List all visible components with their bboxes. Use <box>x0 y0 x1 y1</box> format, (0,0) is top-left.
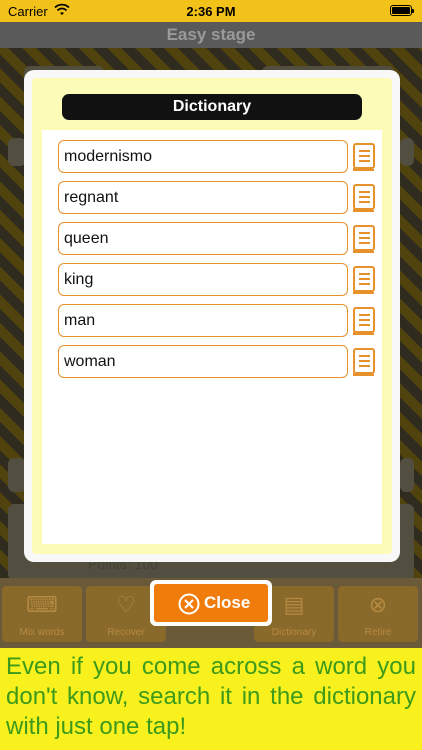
dialog-title: Dictionary <box>62 94 362 120</box>
dictionary-list: modernismo regnant queen king man woman <box>42 130 382 544</box>
nav-bar: Easy stage <box>0 22 422 48</box>
list-item: man <box>42 304 382 337</box>
dictionary-icon[interactable] <box>352 224 376 254</box>
word-field[interactable]: man <box>58 304 348 337</box>
close-button-face[interactable]: Close <box>154 584 268 622</box>
word-field[interactable]: modernismo <box>58 140 348 173</box>
dictionary-panel: Dictionary modernismo regnant queen king… <box>32 78 392 554</box>
word-field[interactable]: regnant <box>58 181 348 214</box>
dictionary-icon[interactable] <box>352 142 376 172</box>
mix-words-label: Mix words <box>19 627 65 638</box>
list-item: modernismo <box>42 140 382 173</box>
list-item: woman <box>42 345 382 378</box>
dictionary-dialog: Dictionary modernismo regnant queen king… <box>24 70 400 562</box>
dictionary-icon[interactable] <box>352 265 376 295</box>
dictionary-label: Dictionary <box>271 627 317 638</box>
word-field[interactable]: queen <box>58 222 348 255</box>
status-time: 2:36 PM <box>186 4 236 19</box>
list-item: queen <box>42 222 382 255</box>
close-label: Close <box>204 593 251 612</box>
status-bar: Carrier 2:36 PM <box>0 0 422 22</box>
stage-title: Easy stage <box>166 25 256 44</box>
recover-label: Recover <box>107 627 145 638</box>
dictionary-icon[interactable] <box>352 306 376 336</box>
mix-words-button[interactable]: ⌨ Mix words <box>2 586 82 642</box>
promo-caption: Even if you come across a word you don't… <box>0 648 422 750</box>
word-field[interactable]: woman <box>58 345 348 378</box>
retire-icon: ⊗ <box>368 592 388 617</box>
dictionary-icon[interactable] <box>352 183 376 213</box>
retire-button[interactable]: ⊗ Retire <box>338 586 418 642</box>
close-button[interactable]: Close <box>150 580 272 626</box>
word-field[interactable]: king <box>58 263 348 296</box>
list-item: king <box>42 263 382 296</box>
close-icon <box>178 593 200 615</box>
list-item: regnant <box>42 181 382 214</box>
keyboard-icon: ⌨ <box>26 592 58 617</box>
dictionary-icon[interactable] <box>352 347 376 377</box>
retire-label: Retire <box>364 627 392 638</box>
battery-icon <box>390 5 414 16</box>
